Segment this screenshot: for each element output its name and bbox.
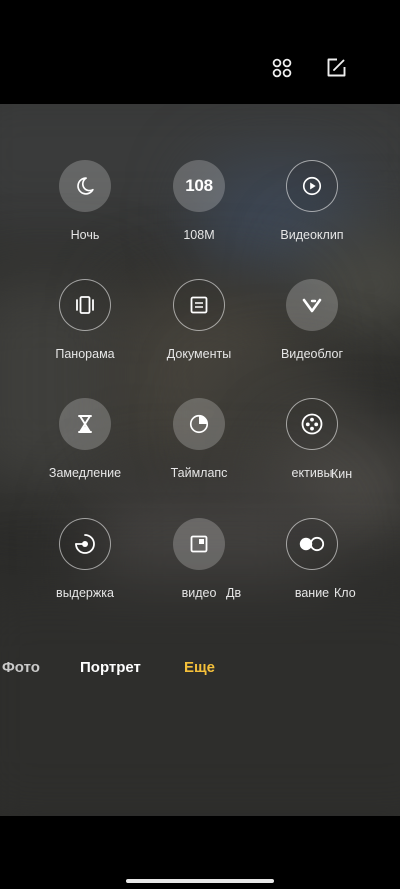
- tab-portrait[interactable]: Портрет: [80, 659, 141, 676]
- clipped-label-klon: Кло: [334, 586, 356, 600]
- mode-lenses-button[interactable]: [286, 398, 338, 450]
- mode-label: Таймлапс: [170, 466, 228, 480]
- mode-label: Панорама: [55, 347, 115, 361]
- mode-documents-button[interactable]: [173, 279, 225, 331]
- clone-icon: [297, 535, 327, 553]
- mode-label: Документы: [166, 347, 232, 361]
- moon-icon: [74, 175, 96, 197]
- mode-videoclip-button[interactable]: [286, 160, 338, 212]
- dual-video-icon: [189, 534, 209, 554]
- document-icon: [189, 295, 209, 315]
- edit-icon[interactable]: [324, 56, 348, 80]
- clipped-label-dvoinoe: Дв: [226, 586, 242, 600]
- film-reel-icon: [300, 412, 324, 436]
- mode-label: Замедление: [48, 466, 122, 480]
- mode-label: Видеоклип: [280, 228, 344, 242]
- mode-timelapse-button[interactable]: [173, 398, 225, 450]
- timelapse-icon: [188, 413, 210, 435]
- play-icon: [301, 175, 323, 197]
- mode-lenses[interactable]: ективы: [253, 398, 373, 508]
- hourglass-icon: [75, 413, 95, 435]
- resolution-108-icon: 108: [185, 176, 213, 195]
- mode-vlog[interactable]: Видеоблог: [253, 279, 373, 389]
- mode-label: ективы: [291, 466, 333, 480]
- mode-videoclip[interactable]: Видеоклип: [253, 160, 373, 270]
- mode-label: видео: [181, 586, 217, 600]
- mode-label: вание: [294, 586, 330, 600]
- mode-long-exposure-button[interactable]: [59, 518, 111, 570]
- tab-photo[interactable]: Фото: [2, 659, 40, 676]
- mode-dual-video[interactable]: видео: [140, 518, 260, 628]
- mode-timelapse[interactable]: Таймлапс: [140, 398, 260, 508]
- mode-clone-button[interactable]: [286, 518, 338, 570]
- mode-slowmo[interactable]: Замедление: [26, 398, 146, 508]
- mode-108m-button[interactable]: 108: [173, 160, 225, 212]
- mode-documents[interactable]: Документы: [140, 279, 260, 389]
- home-indicator[interactable]: [126, 879, 274, 883]
- mode-dual-video-button[interactable]: [173, 518, 225, 570]
- mode-vlog-button[interactable]: [286, 279, 338, 331]
- long-exposure-icon: [73, 532, 97, 556]
- mode-label: выдержка: [56, 586, 114, 600]
- tab-more[interactable]: Еще: [184, 659, 215, 676]
- mode-label: Ночь: [70, 228, 100, 242]
- mode-long-exposure[interactable]: выдержка: [26, 518, 146, 628]
- grid-icon[interactable]: [270, 56, 294, 80]
- mode-panorama[interactable]: Панорама: [26, 279, 146, 389]
- panorama-icon: [73, 294, 97, 316]
- vlog-icon: [300, 294, 324, 316]
- mode-108m[interactable]: 108 108M: [140, 160, 260, 270]
- mode-night[interactable]: Ночь: [26, 160, 146, 270]
- mode-label: 108M: [183, 228, 215, 242]
- mode-night-button[interactable]: [59, 160, 111, 212]
- mode-label: Видеоблог: [280, 347, 344, 361]
- mode-clone[interactable]: вание: [253, 518, 373, 628]
- mode-panorama-button[interactable]: [59, 279, 111, 331]
- mode-slowmo-button[interactable]: [59, 398, 111, 450]
- top-bar: [0, 0, 400, 104]
- clipped-label-kino: Кин: [331, 467, 353, 481]
